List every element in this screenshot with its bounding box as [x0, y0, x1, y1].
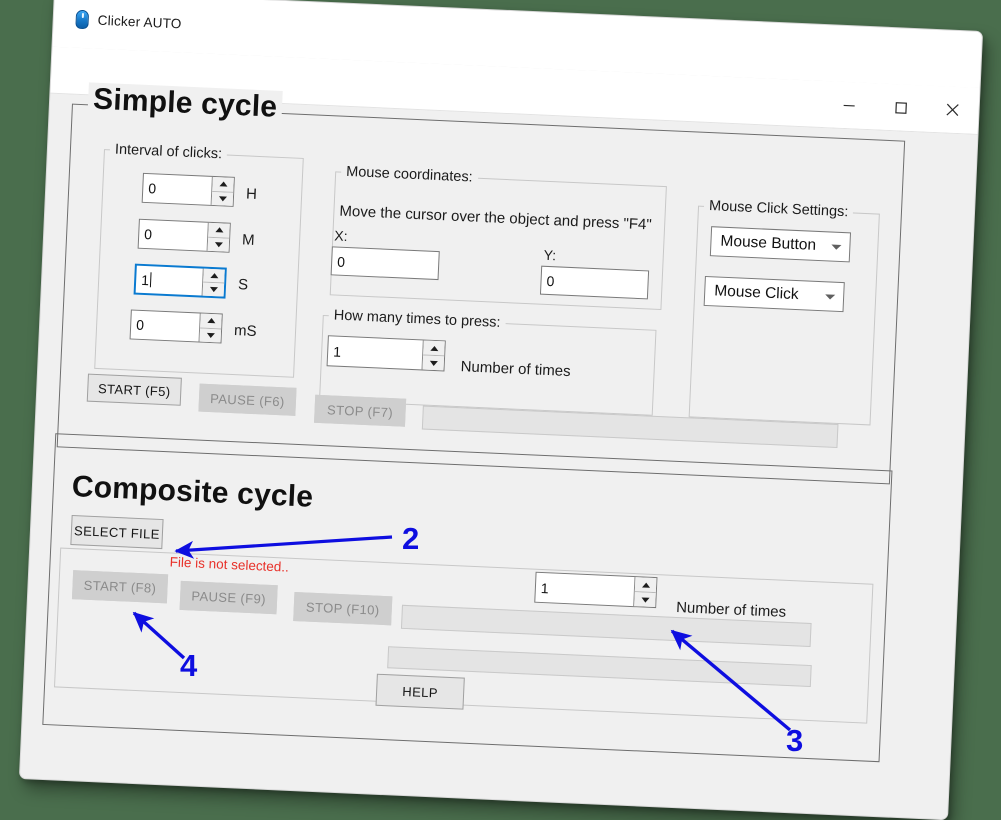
annotation-arrow-3: [672, 631, 790, 730]
annotation-number-2: 2: [402, 521, 419, 557]
annotation-number-4: 4: [180, 648, 197, 684]
screenshot-root: Clicker AUTO Simple cycle Interval of cl…: [0, 0, 1001, 818]
annotation-overlay: [0, 0, 1001, 818]
annotation-arrow-2: [176, 537, 392, 551]
annotation-number-3: 3: [786, 723, 803, 759]
annotation-arrow-4: [134, 613, 184, 658]
